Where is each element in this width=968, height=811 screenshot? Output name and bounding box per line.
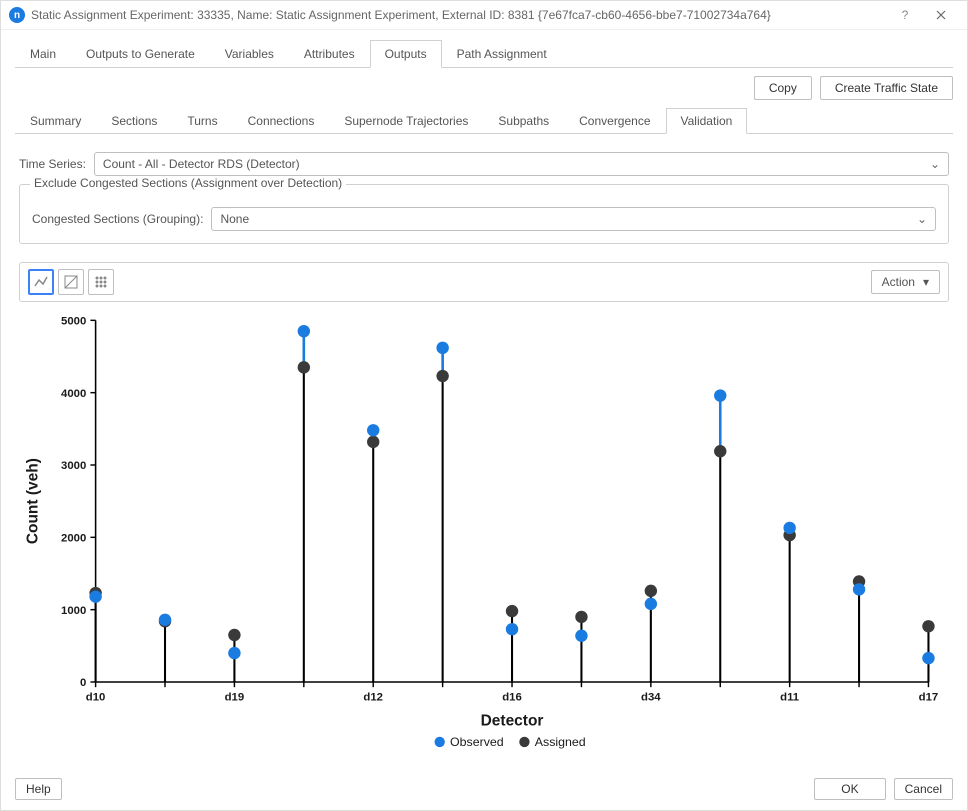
app-icon: n bbox=[9, 7, 25, 23]
chevron-down-icon: ⌄ bbox=[917, 212, 927, 226]
groupbox-legend: Exclude Congested Sections (Assignment o… bbox=[30, 176, 346, 190]
congested-sections-select[interactable]: None ⌄ bbox=[211, 207, 936, 231]
cancel-button[interactable]: Cancel bbox=[894, 778, 953, 800]
svg-text:Observed: Observed bbox=[450, 735, 504, 749]
subtab-connections[interactable]: Connections bbox=[233, 108, 330, 134]
svg-text:d17: d17 bbox=[919, 692, 939, 704]
time-series-label: Time Series: bbox=[19, 157, 86, 171]
svg-text:d12: d12 bbox=[363, 692, 383, 704]
subtab-supernode-trajectories[interactable]: Supernode Trajectories bbox=[329, 108, 483, 134]
time-series-value: Count - All - Detector RDS (Detector) bbox=[103, 157, 300, 171]
chart-view-line-button[interactable] bbox=[28, 269, 54, 295]
svg-text:Detector: Detector bbox=[481, 712, 544, 729]
svg-text:0: 0 bbox=[80, 677, 86, 689]
scatter-chart-icon bbox=[63, 274, 79, 290]
svg-text:Count (veh): Count (veh) bbox=[25, 458, 42, 544]
action-label: Action bbox=[882, 275, 915, 289]
chart-area: 0 1000 2000 3000 4000 5000 d10 d19 d12 d16 d34 d11 d… bbox=[15, 306, 953, 758]
svg-text:d11: d11 bbox=[780, 692, 799, 704]
chart-view-scatter-button[interactable] bbox=[58, 269, 84, 295]
sub-tabs: SummarySectionsTurnsConnectionsSupernode… bbox=[15, 108, 953, 134]
svg-text:1000: 1000 bbox=[61, 605, 86, 617]
close-button[interactable] bbox=[923, 1, 959, 29]
copy-button[interactable]: Copy bbox=[754, 76, 812, 100]
tab-variables[interactable]: Variables bbox=[210, 40, 289, 68]
help-button[interactable]: ? bbox=[887, 1, 923, 29]
svg-text:5000: 5000 bbox=[61, 315, 86, 327]
line-chart-icon bbox=[33, 274, 49, 290]
subtab-validation[interactable]: Validation bbox=[666, 108, 748, 134]
ok-button[interactable]: OK bbox=[814, 778, 885, 800]
svg-text:d19: d19 bbox=[225, 692, 245, 704]
tab-outputs[interactable]: Outputs bbox=[370, 40, 442, 68]
tab-outputs-to-generate[interactable]: Outputs to Generate bbox=[71, 40, 210, 68]
tab-main[interactable]: Main bbox=[15, 40, 71, 68]
svg-text:d10: d10 bbox=[86, 692, 106, 704]
tab-path-assignment[interactable]: Path Assignment bbox=[442, 40, 562, 68]
help-footer-button[interactable]: Help bbox=[15, 778, 62, 800]
svg-text:2000: 2000 bbox=[61, 532, 86, 544]
window-title: Static Assignment Experiment: 33335, Nam… bbox=[31, 8, 887, 22]
svg-text:3000: 3000 bbox=[61, 460, 86, 472]
subtab-subpaths[interactable]: Subpaths bbox=[483, 108, 564, 134]
chart-view-grid-button[interactable] bbox=[88, 269, 114, 295]
subtab-turns[interactable]: Turns bbox=[172, 108, 232, 134]
create-traffic-state-button[interactable]: Create Traffic State bbox=[820, 76, 953, 100]
subtab-sections[interactable]: Sections bbox=[96, 108, 172, 134]
titlebar: n Static Assignment Experiment: 33335, N… bbox=[1, 1, 967, 30]
subtab-summary[interactable]: Summary bbox=[15, 108, 96, 134]
svg-text:d16: d16 bbox=[502, 692, 522, 704]
time-series-select[interactable]: Count - All - Detector RDS (Detector) ⌄ bbox=[94, 152, 949, 176]
validation-chart: 0 1000 2000 3000 4000 5000 d10 d19 d12 d16 d34 d11 d… bbox=[15, 310, 945, 754]
svg-text:Assigned: Assigned bbox=[535, 735, 586, 749]
close-icon bbox=[936, 10, 946, 20]
chevron-down-icon: ⌄ bbox=[930, 157, 940, 171]
grid-icon bbox=[93, 274, 109, 290]
chart-toolbar: Action ▾ bbox=[19, 262, 949, 302]
svg-text:d34: d34 bbox=[641, 692, 661, 704]
congested-sections-label: Congested Sections (Grouping): bbox=[32, 212, 203, 226]
svg-text:4000: 4000 bbox=[61, 388, 86, 400]
congested-sections-value: None bbox=[220, 212, 249, 226]
dialog-footer: Help OK Cancel bbox=[1, 768, 967, 810]
action-dropdown[interactable]: Action ▾ bbox=[871, 270, 940, 294]
main-tabs: MainOutputs to GenerateVariablesAttribut… bbox=[15, 40, 953, 68]
exclude-congested-groupbox: Exclude Congested Sections (Assignment o… bbox=[19, 184, 949, 244]
caret-down-icon: ▾ bbox=[923, 275, 929, 289]
tab-attributes[interactable]: Attributes bbox=[289, 40, 370, 68]
subtab-convergence[interactable]: Convergence bbox=[564, 108, 665, 134]
